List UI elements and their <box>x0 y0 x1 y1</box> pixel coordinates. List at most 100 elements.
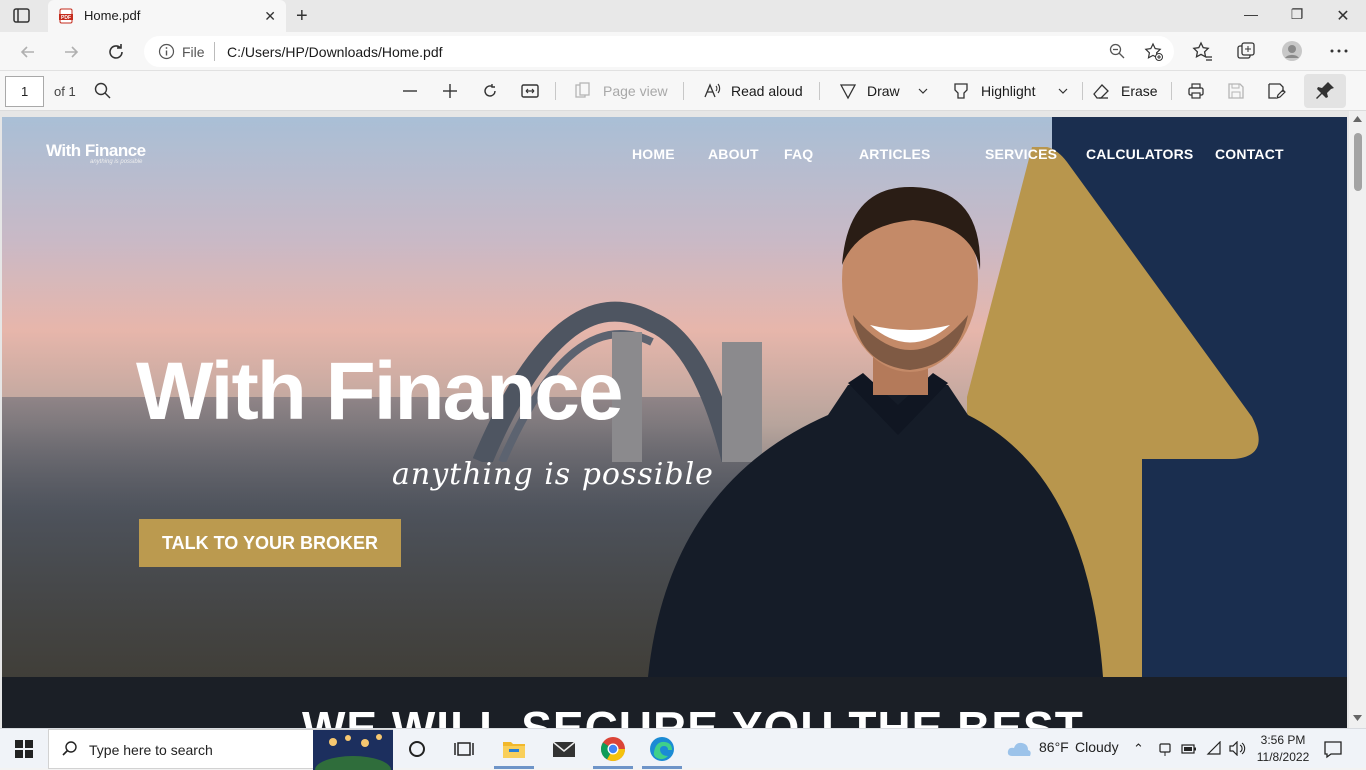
erase-label[interactable]: Erase <box>1121 83 1158 99</box>
favorites-icon[interactable] <box>1191 40 1213 62</box>
highlight-label[interactable]: Highlight <box>981 83 1035 99</box>
close-window-button[interactable]: ✕ <box>1333 6 1353 26</box>
zoom-icon[interactable] <box>1108 42 1126 65</box>
meet-now-icon[interactable] <box>1158 742 1172 757</box>
task-view-icon[interactable] <box>450 735 478 763</box>
talk-to-broker-button[interactable]: TALK TO YOUR BROKER <box>139 519 401 567</box>
search-placeholder: Type here to search <box>89 742 213 758</box>
nav-calculators[interactable]: CALCULATORS <box>1086 146 1193 162</box>
address-divider <box>214 42 215 61</box>
toolbar-divider <box>683 82 684 100</box>
notifications-icon[interactable] <box>1323 739 1343 764</box>
collections-icon[interactable] <box>1235 40 1257 62</box>
cloudy-weather-icon[interactable] <box>1006 740 1032 758</box>
nav-home[interactable]: HOME <box>632 146 675 162</box>
vertical-scrollbar[interactable] <box>1349 111 1366 728</box>
find-icon[interactable] <box>93 81 113 101</box>
mail-icon[interactable] <box>550 735 578 763</box>
address-row: File C:/Users/HP/Downloads/Home.pdf <box>0 32 1366 70</box>
logo-text: With Finance <box>46 141 146 160</box>
start-button[interactable] <box>15 740 33 763</box>
title-bar: PDF Home.pdf ✕ + — ❐ ✕ <box>0 0 1366 32</box>
wifi-icon[interactable] <box>1206 741 1222 756</box>
toolbar-divider <box>1171 82 1172 100</box>
chrome-icon[interactable] <box>599 735 627 763</box>
page-number-input[interactable]: 1 <box>5 76 44 107</box>
pdf-file-icon: PDF <box>58 8 74 24</box>
cortana-icon[interactable] <box>403 735 431 763</box>
address-url[interactable]: C:/Users/HP/Downloads/Home.pdf <box>227 44 443 60</box>
broker-portrait-image <box>648 186 1103 677</box>
add-favorite-icon[interactable] <box>1144 42 1164 67</box>
print-icon[interactable] <box>1186 81 1206 101</box>
battery-icon[interactable] <box>1181 743 1197 755</box>
file-explorer-icon[interactable] <box>500 735 528 763</box>
system-clock[interactable]: 3:56 PM 11/8/2022 <box>1252 732 1314 766</box>
toolbar-divider <box>819 82 820 100</box>
read-aloud-icon[interactable] <box>702 81 722 101</box>
search-icon <box>61 740 79 763</box>
edge-icon[interactable] <box>648 735 676 763</box>
page-view-label[interactable]: Page view <box>603 83 668 99</box>
draw-icon[interactable] <box>838 81 858 101</box>
search-highlight-image <box>313 730 393 770</box>
read-aloud-label[interactable]: Read aloud <box>731 83 803 99</box>
zoom-out-icon[interactable] <box>400 81 420 101</box>
taskbar-search[interactable]: Type here to search <box>48 729 393 770</box>
scroll-down-icon[interactable] <box>1353 715 1362 722</box>
hero-title: With Finance <box>136 346 623 437</box>
svg-text:PDF: PDF <box>61 15 71 21</box>
weather-description[interactable]: Cloudy <box>1075 739 1119 755</box>
weather-temperature[interactable]: 86°F <box>1039 739 1069 755</box>
restore-button[interactable]: ❐ <box>1287 6 1307 26</box>
nav-faq[interactable]: FAQ <box>784 146 813 162</box>
close-tab-icon[interactable]: ✕ <box>264 8 276 25</box>
profile-avatar[interactable] <box>1281 40 1303 62</box>
save-icon[interactable] <box>1226 81 1246 101</box>
erase-icon[interactable] <box>1091 81 1111 101</box>
address-bar[interactable]: File C:/Users/HP/Downloads/Home.pdf <box>144 36 1174 67</box>
windows-taskbar: Type here to search 86°F Cloudy ⌃ 3:56 P… <box>0 728 1366 770</box>
hero-section: With Finance anything is possible HOME A… <box>2 117 1347 677</box>
site-logo[interactable]: With Finance <box>46 141 146 161</box>
highlight-dropdown-icon[interactable] <box>1055 81 1075 101</box>
volume-icon[interactable] <box>1228 741 1246 756</box>
toolbar-divider <box>555 82 556 100</box>
tab-actions-icon[interactable] <box>12 7 32 25</box>
nav-about[interactable]: ABOUT <box>708 146 759 162</box>
address-scheme: File <box>182 44 205 60</box>
info-icon[interactable] <box>158 43 175 65</box>
pdf-page: With Finance anything is possible HOME A… <box>2 117 1347 728</box>
save-as-icon[interactable] <box>1266 81 1286 101</box>
nav-services[interactable]: SERVICES <box>985 146 1057 162</box>
clock-date: 11/8/2022 <box>1256 750 1310 764</box>
new-tab-button[interactable]: + <box>296 5 308 28</box>
page-total: of 1 <box>54 84 76 99</box>
windows-logo-icon <box>15 740 33 758</box>
back-icon[interactable] <box>17 41 39 63</box>
minimize-button[interactable]: — <box>1241 6 1261 26</box>
refresh-icon[interactable] <box>105 41 127 63</box>
nav-articles[interactable]: ARTICLES <box>859 146 931 162</box>
zoom-in-icon[interactable] <box>440 81 460 101</box>
pin-toolbar-button[interactable] <box>1304 74 1346 108</box>
highlight-icon[interactable] <box>951 81 971 101</box>
scrollbar-thumb[interactable] <box>1354 133 1362 191</box>
more-menu-icon[interactable] <box>1328 40 1350 62</box>
tab-title: Home.pdf <box>84 8 141 23</box>
browser-tab[interactable]: PDF Home.pdf ✕ <box>48 0 286 32</box>
fit-to-width-icon[interactable] <box>520 81 540 101</box>
forward-icon[interactable] <box>60 41 82 63</box>
scroll-up-icon[interactable] <box>1353 115 1362 122</box>
show-hidden-icons-icon[interactable]: ⌃ <box>1133 741 1144 757</box>
toolbar-divider <box>1082 82 1083 100</box>
section-title: WE WILL SECURE YOU THE BEST <box>302 702 1084 728</box>
clock-time: 3:56 PM <box>1260 733 1306 747</box>
logo-tagline: anything is possible <box>90 159 143 165</box>
nav-contact[interactable]: CONTACT <box>1215 146 1284 162</box>
draw-dropdown-icon[interactable] <box>915 81 935 101</box>
rotate-icon[interactable] <box>480 81 500 101</box>
page-view-icon[interactable] <box>573 81 593 101</box>
pdf-toolbar: 1 of 1 Page view Read aloud Draw Highlig… <box>0 70 1366 111</box>
draw-label[interactable]: Draw <box>867 83 900 99</box>
